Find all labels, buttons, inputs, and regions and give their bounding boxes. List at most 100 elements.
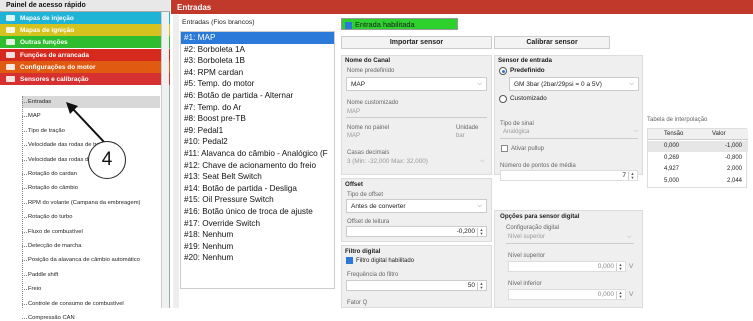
- panel-name-field[interactable]: MAP: [347, 133, 360, 139]
- custom-name-label: Nome customizado: [347, 100, 399, 106]
- voltage-cell[interactable]: 5,000: [664, 178, 679, 184]
- unit-field[interactable]: bar: [456, 133, 465, 139]
- list-item[interactable]: #8: Boost pre-TB: [181, 113, 334, 125]
- avg-points-stepper[interactable]: 7 ▲ ▼: [500, 170, 638, 181]
- panel-splitter[interactable]: [173, 15, 179, 308]
- decimals-select[interactable]: 3 (Min: -32,000 Max: 32,000): [347, 158, 428, 165]
- tree-item[interactable]: RPM do volante (Campana da embreagem): [28, 200, 140, 206]
- list-item[interactable]: #17: Override Switch: [181, 218, 334, 230]
- list-item[interactable]: #5: Temp. do motor: [181, 78, 334, 90]
- tree-item[interactable]: MAP: [28, 113, 41, 119]
- checkbox-icon[interactable]: [346, 257, 353, 264]
- list-item[interactable]: #15: Oil Pressure Switch: [181, 194, 334, 206]
- list-item[interactable]: #14: Botão de partida - Desliga: [181, 183, 334, 195]
- offset-type-value: Antes de converter: [351, 203, 406, 210]
- list-item[interactable]: #18: Nenhum: [181, 229, 334, 241]
- digital-config-select[interactable]: Nível superior: [508, 234, 545, 240]
- voltage-cell[interactable]: 4,927: [664, 166, 679, 172]
- offset-type-label: Tipo de offset: [347, 192, 384, 198]
- tree-branch-line: [22, 231, 27, 233]
- spinner-arrows-icon[interactable]: ▲ ▼: [616, 263, 624, 271]
- inputs-list-header: Entradas (Fios brancos): [182, 19, 255, 26]
- value-cell[interactable]: 2,044: [727, 178, 742, 184]
- calibrate-sensor-button[interactable]: Calibrar sensor: [494, 36, 610, 49]
- tree-item[interactable]: Rotação do câmbio: [28, 185, 78, 191]
- checkbox-icon[interactable]: [501, 145, 508, 152]
- tree-item[interactable]: Posição da alavanca de câmbio automático: [28, 257, 140, 263]
- list-item[interactable]: #11: Alavanca do câmbio - Analógico (F: [181, 148, 334, 160]
- tree-item[interactable]: Paddle shift: [28, 272, 58, 278]
- category-3[interactable]: Outras funções: [0, 36, 170, 49]
- tree-item[interactable]: Rotação do cardan: [28, 171, 77, 177]
- lower-level-stepper[interactable]: 0,000 ▲ ▼: [508, 289, 626, 300]
- list-item[interactable]: #10: Pedal2: [181, 136, 334, 148]
- tree-branch-line: [22, 188, 27, 190]
- list-item[interactable]: #16: Botão único de troca de ajuste: [181, 206, 334, 218]
- spinner-arrows-icon[interactable]: ▲ ▼: [477, 282, 485, 290]
- list-item[interactable]: #7: Temp. do Ar: [181, 102, 334, 114]
- tree-item[interactable]: Rotação do turbo: [28, 214, 72, 220]
- interp-table[interactable]: Tensão Valor 0,000 -1,000 0,269 -0,800 4,927…: [647, 128, 748, 188]
- tree-item[interactable]: Freio: [28, 286, 41, 292]
- table-row[interactable]: 5,000 2,044: [648, 176, 748, 187]
- list-item[interactable]: #9: Pedal1: [181, 125, 334, 137]
- offset-type-select[interactable]: Antes de converter ⌵: [346, 199, 487, 213]
- checkbox-icon[interactable]: [345, 21, 352, 29]
- inputs-list[interactable]: #1: MAP #2: Borboleta 1A #3: Borboleta 1B #…: [180, 31, 335, 289]
- tree-item[interactable]: Detecção de marcha: [28, 243, 82, 249]
- predef-sensor-select[interactable]: GM 3bar (2bar/29psi = 0 a 5V) ⌵: [509, 77, 639, 91]
- custom-sensor-radio[interactable]: [499, 95, 507, 103]
- value-cell[interactable]: -1,000: [725, 143, 742, 149]
- input-enabled-checkbox[interactable]: Entrada habilitada: [341, 18, 458, 30]
- table-row[interactable]: 0,269 -0,800: [648, 153, 748, 164]
- signal-type-select[interactable]: Analógica: [503, 129, 529, 135]
- category-4[interactable]: Funções de arrancada: [0, 48, 170, 61]
- value-cell[interactable]: 2,000: [727, 166, 742, 172]
- spinner-arrows-icon[interactable]: ▲ ▼: [477, 228, 485, 236]
- chevron-down-icon: ⌵: [480, 158, 485, 164]
- category-icon: [6, 51, 16, 59]
- spinner-arrows-icon[interactable]: ▲ ▼: [628, 172, 636, 180]
- left-panel-scrollbar[interactable]: [161, 12, 169, 308]
- predef-sensor-radio[interactable]: [499, 67, 507, 75]
- list-item[interactable]: #4: RPM cardan: [181, 67, 334, 79]
- lower-level-unit: V: [629, 291, 634, 298]
- tree-item[interactable]: Controle de consumo de combustível: [28, 301, 124, 307]
- custom-name-field[interactable]: MAP: [347, 109, 360, 115]
- offset-read-stepper[interactable]: -0,200 ▲ ▼: [346, 226, 487, 237]
- chevron-down-icon: ⌵: [629, 81, 634, 87]
- table-row[interactable]: 4,927 2,000: [648, 164, 748, 175]
- spinner-arrows-icon[interactable]: ▲ ▼: [616, 291, 624, 299]
- list-item[interactable]: #3: Borboleta 1B: [181, 55, 334, 67]
- tree-item[interactable]: Compressão CAN: [28, 315, 75, 321]
- list-item[interactable]: #1: MAP: [181, 32, 334, 44]
- value-cell[interactable]: -0,800: [725, 155, 742, 161]
- category-icon: [6, 14, 16, 22]
- list-item[interactable]: #20: Nenhum: [181, 252, 334, 264]
- upper-level-stepper[interactable]: 0,000 ▲ ▼: [508, 261, 626, 272]
- pullup-label: Ativar pullup: [511, 146, 545, 153]
- tree-item[interactable]: Entradas: [28, 99, 51, 105]
- filter-freq-stepper[interactable]: 50 ▲ ▼: [346, 280, 487, 291]
- voltage-cell[interactable]: 0,269: [664, 155, 679, 161]
- filter-enabled-checkbox[interactable]: Filtro digital habilitado: [346, 257, 414, 264]
- list-item[interactable]: #13: Seat Belt Switch: [181, 171, 334, 183]
- list-item[interactable]: #2: Borboleta 1A: [181, 44, 334, 56]
- voltage-cell[interactable]: 0,000: [664, 143, 679, 149]
- list-item[interactable]: #19: Nenhum: [181, 241, 334, 253]
- import-sensor-button[interactable]: Importar sensor: [341, 36, 492, 49]
- upper-level-unit: V: [629, 263, 634, 270]
- tree-branch-line: [22, 116, 27, 118]
- category-5[interactable]: Configurações do motor: [0, 60, 170, 73]
- list-item[interactable]: #12: Chave de acionamento do freio: [181, 160, 334, 172]
- category-2[interactable]: Mapas de ignição: [0, 24, 170, 37]
- category-label: Mapas de injeção: [20, 15, 74, 22]
- predef-name-select[interactable]: MAP ⌵: [346, 77, 487, 91]
- category-1[interactable]: Mapas de injeção: [0, 12, 170, 24]
- tree-item[interactable]: Fluxo de combustível: [28, 229, 83, 235]
- table-row[interactable]: 0,000 -1,000: [648, 141, 748, 152]
- category-6[interactable]: Sensores e calibração: [0, 73, 170, 85]
- tree-branch-line: [22, 303, 27, 305]
- pullup-checkbox[interactable]: Ativar pullup: [501, 145, 544, 152]
- list-item[interactable]: #6: Botão de partida - Alternar: [181, 90, 334, 102]
